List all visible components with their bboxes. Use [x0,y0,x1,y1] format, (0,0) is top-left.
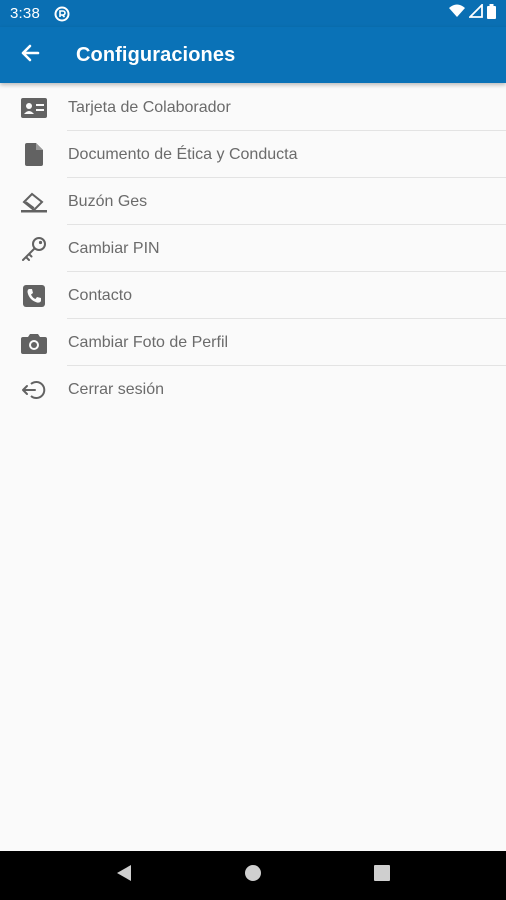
menu-item-label: Tarjeta de Colaborador [68,98,231,116]
logout-icon [20,376,48,404]
menu-item-label: Contacto [68,286,133,304]
menu-item-label: Cerrar sesión [68,380,165,398]
menu-item-cambiar-pin[interactable]: Cambiar PIN [0,225,506,272]
nav-home-button[interactable] [233,856,273,896]
phone-icon [20,282,48,310]
settings-menu: Tarjeta de Colaborador Documento de Étic… [0,84,506,413]
back-button[interactable] [2,27,58,83]
wifi-icon [449,4,465,23]
menu-item-documento-etica[interactable]: Documento de Ética y Conducta [0,131,506,178]
back-triangle-icon [116,864,132,887]
page-title: Configuraciones [76,43,236,66]
menu-item-label: Cambiar Foto de Perfil [68,333,229,351]
signal-icon [467,2,483,23]
menu-item-tarjeta-colaborador[interactable]: Tarjeta de Colaborador [0,84,506,131]
battery-icon [487,3,496,24]
menu-item-buzon-ges[interactable]: Buzón Ges [0,178,506,225]
id-card-icon [20,94,48,122]
recents-square-icon [373,865,390,886]
menu-item-cerrar-sesion[interactable]: Cerrar sesión [0,366,506,413]
menu-item-contacto[interactable]: Contacto [0,272,506,319]
app-bar: Configuraciones [0,27,506,83]
mailbox-icon [20,188,48,216]
menu-item-cambiar-foto[interactable]: Cambiar Foto de Perfil [0,319,506,366]
arrow-left-icon [20,43,40,68]
camera-icon [20,329,48,357]
menu-item-label: Buzón Ges [68,192,148,210]
nav-back-button[interactable] [104,856,144,896]
home-circle-icon [244,864,262,887]
document-icon [20,141,48,169]
menu-item-label: Documento de Ética y Conducta [68,145,298,163]
notification-badge-icon [54,6,70,22]
system-navigation-bar [0,851,506,900]
status-time: 3:38 [10,5,40,22]
status-icons [449,2,496,24]
menu-item-label: Cambiar PIN [68,239,160,257]
status-bar: 3:38 [0,0,506,27]
key-icon [20,235,48,263]
nav-recents-button[interactable] [362,856,402,896]
